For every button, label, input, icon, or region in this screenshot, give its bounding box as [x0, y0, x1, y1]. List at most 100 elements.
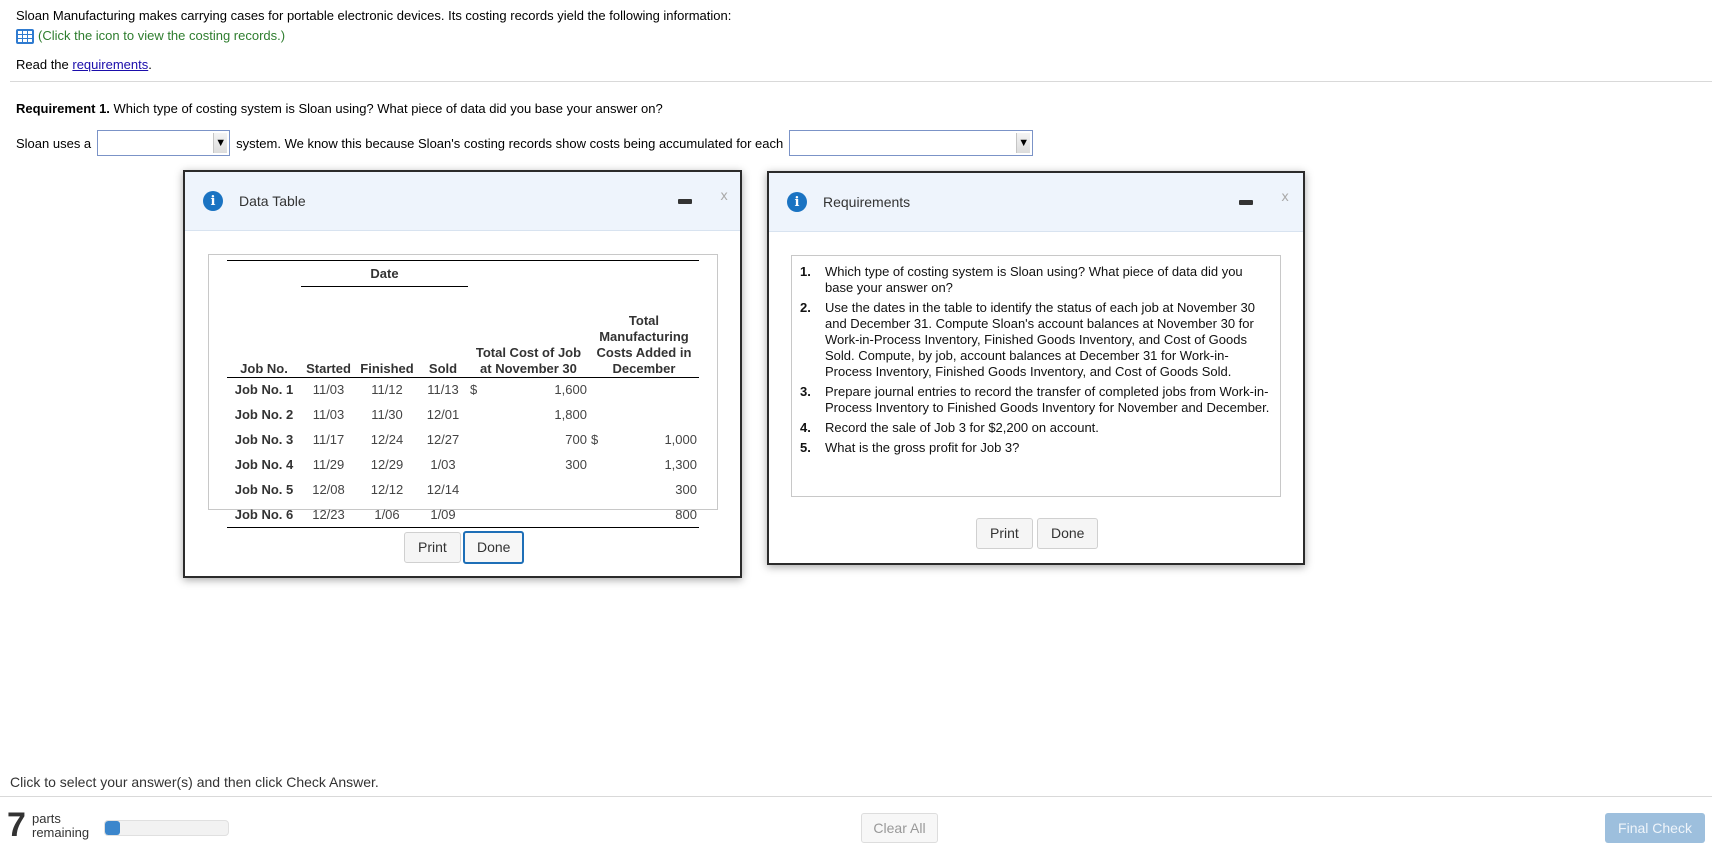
finished-cell: 12/12: [370, 482, 404, 497]
finished-cell: 11/30: [371, 407, 403, 422]
requirement-text: Which type of costing system is Sloan us…: [825, 264, 1243, 295]
started-cell: 12/08: [312, 482, 345, 497]
col-header-finished: Finished: [360, 360, 414, 376]
info-icon: i: [787, 192, 807, 212]
dialog-title: Requirements: [823, 194, 911, 210]
print-button[interactable]: Print: [404, 532, 461, 563]
currency-sign: $: [470, 382, 478, 398]
close-icon[interactable]: x: [1281, 190, 1289, 205]
requirement-text: Which type of costing system is Sloan us…: [109, 101, 663, 116]
requirement-number: 3.: [800, 384, 811, 399]
info-icon: i: [203, 191, 223, 211]
sold-cell: 1/09: [430, 506, 456, 522]
print-button[interactable]: Print: [976, 518, 1033, 549]
requirements-box: 1. Which type of costing system is Sloan …: [791, 255, 1281, 497]
parts-label-line1: parts: [32, 811, 61, 826]
data-table-dialog: i Data Table x Date Job No. Started Fini…: [183, 170, 742, 578]
requirements-dialog: i Requirements x 1. Which type of costing…: [767, 171, 1305, 565]
dec-cost-cell: [601, 377, 699, 402]
accumulation-basis-dropdown[interactable]: ▼: [789, 130, 1034, 156]
instruction-text: Click to select your answer(s) and then …: [10, 774, 379, 790]
job-cell: Job No. 6: [234, 506, 294, 522]
sold-cell: 12/01: [426, 407, 460, 422]
currency-sign: [468, 477, 480, 502]
costing-system-dropdown[interactable]: ▼: [97, 130, 231, 156]
currency-sign: [589, 377, 601, 402]
table-row: Job No. 2 11/03 11/30 12/01 1,800: [227, 402, 699, 427]
close-icon[interactable]: x: [720, 189, 728, 204]
read-prefix: Read the: [16, 57, 73, 72]
started-cell: 11/17: [312, 432, 345, 447]
finished-cell: 12/29: [370, 457, 404, 472]
col-header-job: Job No.: [240, 360, 288, 376]
read-requirements: Read the requirements.: [16, 57, 152, 72]
currency-sign: [589, 402, 601, 427]
read-suffix: .: [148, 57, 152, 72]
table-grid-icon[interactable]: [16, 28, 34, 44]
minimize-icon[interactable]: [678, 199, 692, 204]
table-row: Job No. 5 12/08 12/12 12/14 300: [227, 477, 699, 502]
currency-sign: [589, 477, 601, 502]
started-cell: 12/23: [312, 506, 345, 522]
job-cell: Job No. 4: [234, 457, 294, 472]
nov-cost-cell: [480, 477, 589, 502]
parts-remaining-count: 7: [7, 806, 26, 844]
done-button[interactable]: Done: [1037, 518, 1099, 549]
sold-cell: 12/27: [426, 432, 460, 447]
sold-cell: 1/03: [430, 457, 456, 472]
requirement-item: 1. Which type of costing system is Sloan …: [800, 264, 1272, 296]
col-header-nov-cost: Total Cost of Job at November 30: [475, 344, 582, 376]
parts-progress-bar: [104, 820, 229, 836]
dropdown-arrow-icon[interactable]: ▼: [1016, 133, 1031, 153]
dropdown-arrow-icon[interactable]: ▼: [213, 133, 228, 153]
dialog-header[interactable]: i Requirements x: [769, 173, 1303, 232]
finished-cell: 1/06: [374, 506, 400, 522]
done-button[interactable]: Done: [463, 531, 525, 564]
currency-sign: $: [590, 432, 599, 447]
table-row: Job No. 1 11/03 11/12 11/13 $1,600: [227, 377, 699, 402]
requirement-text: Record the sale of Job 3 for $2,200 on a…: [825, 420, 1099, 435]
progress-fill: [105, 821, 120, 835]
nov-cost-cell: 1,600: [554, 382, 587, 398]
requirement-number: 4.: [800, 420, 811, 435]
costing-link-text[interactable]: (Click the icon to view the costing reco…: [38, 28, 285, 44]
started-cell: 11/29: [312, 457, 345, 472]
dec-cost-cell: 800: [675, 506, 697, 522]
requirement-item: 2. Use the dates in the table to identify…: [800, 300, 1272, 380]
requirement-item: 5. What is the gross profit for Job 3?: [800, 440, 1272, 456]
job-cell: Job No. 2: [234, 407, 294, 422]
date-group-header: Date: [301, 260, 468, 287]
dialog-header[interactable]: i Data Table x: [185, 172, 740, 231]
job-cell: Job No. 5: [234, 482, 294, 497]
finished-cell: 11/12: [371, 382, 403, 398]
requirement-number: 1.: [800, 264, 811, 279]
dialog-title: Data Table: [239, 193, 306, 209]
final-check-button[interactable]: Final Check: [1605, 813, 1705, 843]
requirements-link[interactable]: requirements: [72, 57, 148, 72]
dec-cost-cell: 300: [675, 482, 697, 497]
requirement-text: Use the dates in the table to identify t…: [825, 300, 1255, 379]
requirements-list: 1. Which type of costing system is Sloan …: [792, 256, 1280, 456]
currency-sign: [589, 452, 601, 477]
currency-sign: [589, 502, 601, 527]
started-cell: 11/03: [312, 382, 345, 398]
clear-all-button[interactable]: Clear All: [861, 813, 938, 843]
table-row: Job No. 3 11/17 12/24 12/27 700 $1,000: [227, 427, 699, 452]
table-row: Job No. 4 11/29 12/29 1/03 300 1,300: [227, 452, 699, 477]
started-cell: 11/03: [312, 407, 345, 422]
requirement-number: 2.: [800, 300, 811, 315]
requirement-item: 3. Prepare journal entries to record the …: [800, 384, 1272, 416]
answer-sentence: Sloan uses a ▼ system. We know this beca…: [16, 130, 1039, 156]
minimize-icon[interactable]: [1239, 200, 1253, 205]
currency-sign: [468, 402, 480, 427]
costing-records-link[interactable]: (Click the icon to view the costing reco…: [16, 28, 731, 44]
divider: [10, 81, 1712, 82]
col-header-dec-cost: Total Manufacturing Costs Added in Decem…: [596, 312, 692, 376]
finished-cell: 12/24: [370, 432, 404, 447]
job-cell: Job No. 1: [234, 382, 294, 398]
requirement-text: What is the gross profit for Job 3?: [825, 440, 1020, 455]
currency-sign: [468, 502, 480, 527]
requirement-1-question: Requirement 1. Which type of costing sys…: [16, 101, 663, 116]
parts-remaining-label: parts remaining: [32, 812, 89, 840]
costing-records-table-box: Date Job No. Started Finished Sold Total…: [208, 254, 718, 527]
